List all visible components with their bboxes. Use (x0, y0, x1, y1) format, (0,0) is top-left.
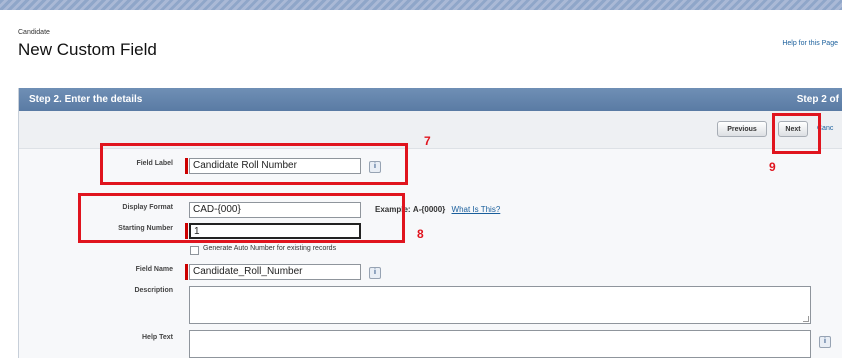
field-name-label: Field Name (135, 266, 173, 273)
description-textarea[interactable] (189, 286, 811, 324)
help-text-textarea[interactable] (189, 330, 811, 358)
help-for-page-link[interactable]: Help for this Page (782, 40, 838, 47)
annotation-number: 9 (769, 160, 776, 174)
annotation-number: 8 (417, 227, 424, 241)
step-counter: Step 2 of (796, 94, 839, 105)
generate-auto-number-checkbox[interactable] (190, 246, 199, 255)
previous-button[interactable]: Previous (717, 121, 767, 137)
generate-auto-number-label: Generate Auto Number for existing record… (203, 245, 337, 252)
annotation-box-field-label (100, 143, 408, 185)
required-indicator (185, 264, 188, 280)
annotation-box-format-number (78, 193, 405, 243)
info-icon[interactable]: i (369, 267, 381, 279)
example-value: A-{0000} (412, 205, 446, 214)
description-label: Description (134, 287, 173, 294)
step-title: Step 2. Enter the details (29, 94, 143, 105)
annotation-box-next-button (772, 113, 821, 154)
info-icon[interactable]: i (819, 336, 831, 348)
top-decorative-stripe (0, 0, 842, 10)
page-title: New Custom Field (18, 40, 157, 59)
resize-grip-icon[interactable] (803, 316, 809, 322)
what-is-this-link[interactable]: What Is This? (452, 205, 501, 214)
annotation-number: 7 (424, 134, 431, 148)
step-header: Step 2. Enter the details Step 2 of (19, 88, 842, 111)
breadcrumb[interactable]: Candidate (18, 29, 50, 36)
help-text-label: Help Text (142, 334, 173, 341)
field-name-input[interactable]: Candidate_Roll_Number (189, 264, 361, 280)
